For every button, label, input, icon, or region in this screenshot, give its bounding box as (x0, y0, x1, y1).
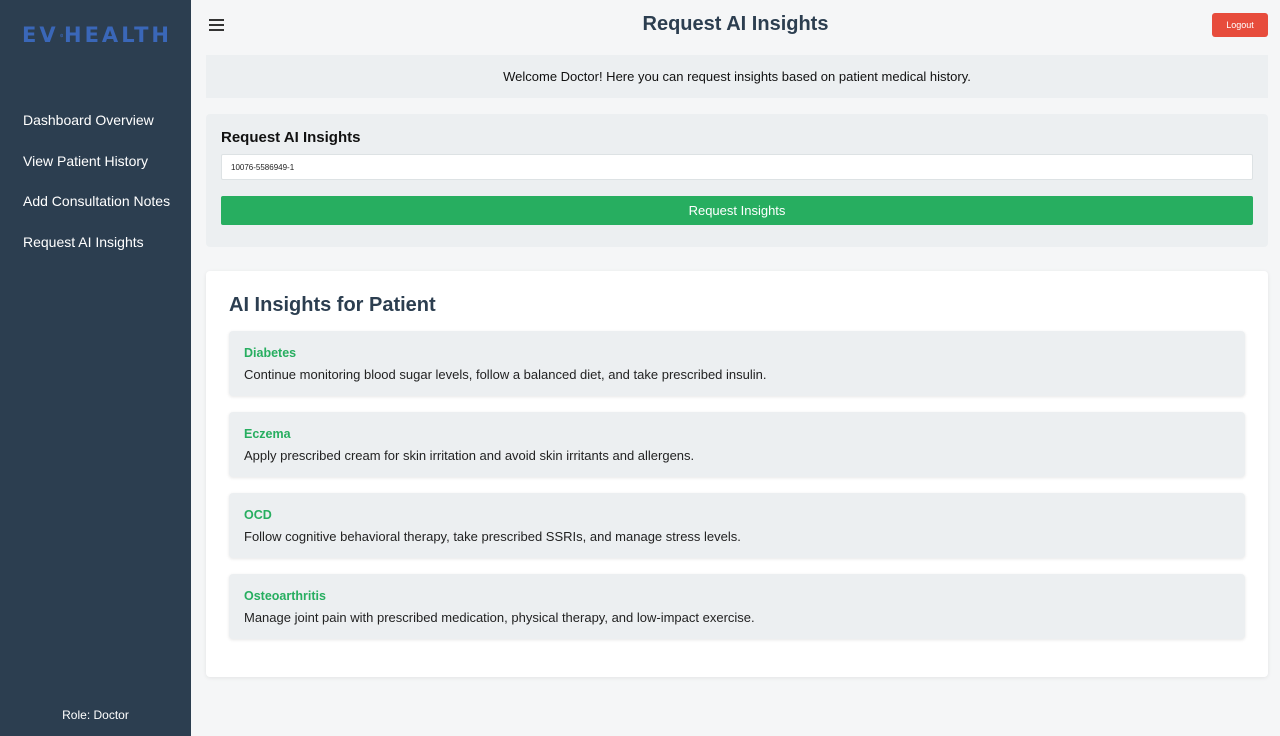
request-insights-button[interactable]: Request Insights (221, 196, 1253, 225)
insight-card: Eczema Apply prescribed cream for skin i… (229, 412, 1245, 477)
insight-card: OCD Follow cognitive behavioral therapy,… (229, 493, 1245, 558)
main-content: Request AI Insights Logout Welcome Docto… (191, 0, 1280, 736)
sidebar-item-dashboard-overview[interactable]: Dashboard Overview (0, 100, 191, 141)
globe-icon (59, 33, 63, 37)
insight-advice: Apply prescribed cream for skin irritati… (244, 448, 695, 463)
welcome-banner: Welcome Doctor! Here you can request ins… (206, 55, 1268, 98)
insight-card: Osteoarthritis Manage joint pain with pr… (229, 574, 1245, 639)
insight-card: Diabetes Continue monitoring blood sugar… (229, 331, 1245, 396)
page-title: Request AI Insights (642, 13, 829, 35)
sidebar: EV HEALTH Dashboard Overview View Patien… (0, 0, 191, 736)
sidebar-item-view-patient-history[interactable]: View Patient History (0, 141, 191, 182)
brand-logo[interactable]: EV HEALTH (22, 22, 172, 48)
sidebar-item-add-consultation-notes[interactable]: Add Consultation Notes (0, 181, 191, 222)
insight-condition: Osteoarthritis (244, 589, 326, 603)
request-form-title: Request AI Insights (221, 129, 361, 146)
insight-condition: Eczema (244, 427, 291, 441)
brand-logo-left: EV (22, 23, 59, 47)
patient-id-input[interactable] (221, 154, 1253, 180)
sidebar-item-request-ai-insights[interactable]: Request AI Insights (0, 222, 191, 263)
insight-condition: Diabetes (244, 346, 297, 360)
insight-advice: Continue monitoring blood sugar levels, … (244, 367, 767, 382)
top-bar: Request AI Insights Logout (191, 0, 1280, 52)
logout-button[interactable]: Logout (1212, 13, 1268, 37)
request-insights-form: Request AI Insights Request Insights (206, 114, 1268, 247)
brand-logo-right: HEALTH (64, 23, 172, 47)
insight-advice: Follow cognitive behavioral therapy, tak… (244, 529, 741, 544)
sidebar-nav: Dashboard Overview View Patient History … (0, 100, 191, 262)
insights-panel: AI Insights for Patient Diabetes Continu… (206, 271, 1268, 677)
insight-condition: OCD (244, 508, 272, 522)
insights-title: AI Insights for Patient (229, 294, 436, 316)
user-role-label: Role: Doctor (62, 708, 129, 722)
insight-advice: Manage joint pain with prescribed medica… (244, 610, 755, 625)
